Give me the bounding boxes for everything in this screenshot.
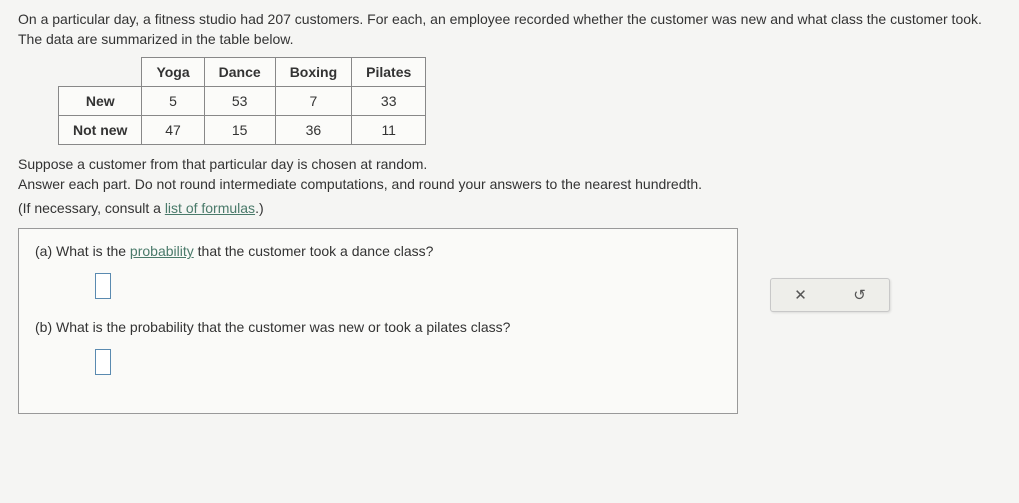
col-boxing: Boxing — [275, 58, 351, 87]
table-header-row: Yoga Dance Boxing Pilates — [59, 58, 426, 87]
col-pilates: Pilates — [352, 58, 426, 87]
cell: 47 — [142, 116, 204, 145]
intro-part1: On a particular day, a fitness studio ha… — [18, 11, 268, 27]
formulas-line: (If necessary, consult a list of formula… — [18, 200, 1001, 216]
suppose-text: Suppose a customer from that particular … — [18, 155, 1001, 194]
cell: 33 — [352, 87, 426, 116]
table-corner — [59, 58, 142, 87]
cell: 11 — [352, 116, 426, 145]
probability-link[interactable]: probability — [130, 243, 194, 259]
row-new-label: New — [59, 87, 142, 116]
table-row: Not new 47 15 36 11 — [59, 116, 426, 145]
answer-input-a[interactable] — [95, 273, 111, 299]
cell: 15 — [204, 116, 275, 145]
qa-a-prefix: (a) What is the — [35, 243, 130, 259]
intro-count: 207 — [268, 11, 291, 27]
question-box: (a) What is the probability that the cus… — [18, 228, 738, 414]
question-b: (b) What is the probability that the cus… — [35, 319, 721, 385]
close-button[interactable]: ✕ — [784, 282, 817, 308]
close-icon: ✕ — [794, 287, 807, 304]
cell: 36 — [275, 116, 351, 145]
formulas-suffix: .) — [255, 200, 264, 216]
col-dance: Dance — [204, 58, 275, 87]
row-notnew-label: Not new — [59, 116, 142, 145]
intro-text: On a particular day, a fitness studio ha… — [18, 10, 1001, 49]
data-table: Yoga Dance Boxing Pilates New 5 53 7 33 … — [58, 57, 426, 145]
cell: 5 — [142, 87, 204, 116]
reset-button[interactable]: ↺ — [843, 282, 876, 308]
reset-icon: ↺ — [853, 287, 866, 304]
suppose-line2: Answer each part. Do not round intermedi… — [18, 176, 702, 192]
question-b-label: (b) What is the probability that the cus… — [35, 319, 721, 335]
formulas-link[interactable]: list of formulas — [165, 200, 255, 216]
qa-a-suffix: that the customer took a dance class? — [194, 243, 434, 259]
cell: 7 — [275, 87, 351, 116]
col-yoga: Yoga — [142, 58, 204, 87]
answer-input-b[interactable] — [95, 349, 111, 375]
suppose-line1: Suppose a customer from that particular … — [18, 156, 427, 172]
table-row: New 5 53 7 33 — [59, 87, 426, 116]
question-a: (a) What is the probability that the cus… — [35, 243, 721, 309]
control-panel: ✕ ↺ — [770, 278, 890, 312]
problem-container: On a particular day, a fitness studio ha… — [18, 10, 1001, 414]
formulas-prefix: (If necessary, consult a — [18, 200, 165, 216]
cell: 53 — [204, 87, 275, 116]
question-a-label: (a) What is the probability that the cus… — [35, 243, 721, 259]
